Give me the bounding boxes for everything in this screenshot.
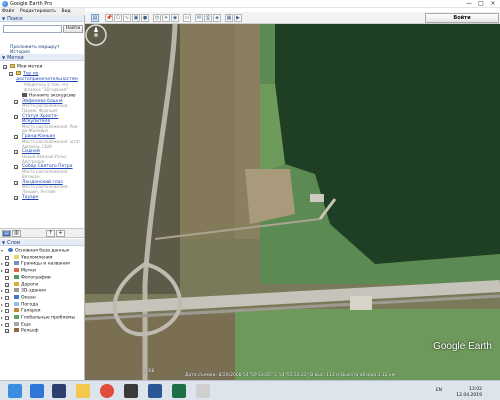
layer-item[interactable]: ✓ Рельеф: [0, 328, 84, 335]
place-item[interactable]: ✓ Собор Святого Петра Место расположения: …: [0, 164, 84, 179]
explorer-icon[interactable]: [76, 384, 90, 398]
layer-item[interactable]: ▸ ✓ Границы и названия: [0, 261, 84, 268]
planets-icon[interactable]: ◉: [171, 14, 179, 22]
layer-icon: [14, 268, 19, 273]
polygon-icon[interactable]: ⬠: [114, 14, 122, 22]
windows-taskbar: EN 13:02 12.04.2019: [0, 380, 500, 400]
place-item[interactable]: ✓ Тауэрн: [0, 195, 84, 200]
system-clock[interactable]: 13:02 12.04.2019: [456, 387, 482, 398]
menu-file[interactable]: Файл: [0, 8, 16, 15]
excel-icon[interactable]: [172, 384, 186, 398]
historical-imagery-icon[interactable]: ◷: [153, 14, 161, 22]
places-section-header[interactable]: ▼ Метки: [0, 54, 84, 61]
layer-icon: [14, 274, 19, 279]
compass-navigation-icon[interactable]: [85, 24, 107, 46]
google-earth-app-icon: [2, 1, 8, 7]
map-status-bar: Дата съемки: 8/20/2008 54°59'33.65" С 54…: [185, 373, 396, 378]
window-title: Google Earth Pro: [10, 1, 53, 7]
layer-item[interactable]: ▸ 3D-здания: [0, 288, 84, 295]
sign-in-button[interactable]: Войти: [425, 13, 499, 23]
layer-item[interactable]: ▸ ✓ Метки: [0, 268, 84, 275]
add-icon[interactable]: +: [56, 230, 65, 237]
layer-icon: [14, 288, 19, 293]
sun-icon[interactable]: ☀: [162, 14, 170, 22]
menu-bar: Файл Редактировать Вид Инструменты Добав…: [0, 8, 85, 28]
folder-icon: [10, 64, 15, 68]
layer-icon: [14, 308, 19, 313]
ie-icon[interactable]: [30, 384, 44, 398]
image-overlay-icon[interactable]: ▣: [132, 14, 140, 22]
satellite-imagery: [85, 24, 500, 380]
layer-item[interactable]: ✓ Дороги: [0, 281, 84, 289]
move-up-icon[interactable]: ↑: [46, 230, 55, 237]
maximize-button[interactable]: □: [475, 0, 487, 8]
print-icon[interactable]: ⎙: [204, 14, 212, 22]
tour-icon: [22, 92, 27, 97]
layer-item[interactable]: ▸ Погода: [0, 301, 84, 309]
search-section-header[interactable]: ▼ Поиск: [0, 15, 84, 22]
layer-icon: [14, 315, 19, 320]
email-icon[interactable]: ✉: [195, 14, 203, 22]
menu-edit[interactable]: Редактировать: [18, 8, 58, 15]
map-view[interactable]: Google Earth 2008 Дата съемки: 8/20/2008…: [85, 24, 500, 380]
left-panel: ▼ Поиск Найти Проложить маршрут История ▼…: [0, 15, 85, 380]
menu-view[interactable]: Вид: [60, 8, 73, 15]
save-image-icon[interactable]: ▦: [225, 14, 233, 22]
places-tree: ✓ Мои метки ✓ Тур по достопримечательностя…: [0, 64, 84, 228]
close-button[interactable]: ×: [487, 0, 499, 8]
app-icon[interactable]: [124, 384, 138, 398]
minimize-button[interactable]: —: [463, 0, 475, 8]
primary-database-item[interactable]: ▾ Основная база данных: [0, 248, 84, 255]
layer-icon: [14, 328, 19, 333]
photoshop-icon[interactable]: [148, 384, 162, 398]
folder-icon: [16, 70, 21, 75]
start-button-icon[interactable]: [8, 384, 22, 398]
layer-item[interactable]: ▸ Глобальные проблемы: [0, 315, 84, 322]
layers-tree: ▾ Основная база данных Увеломления ▸ ✓ Гран…: [0, 248, 84, 335]
place-item[interactable]: ✓ Эйфелева башня Место расположения: Париж…: [0, 99, 84, 114]
layer-icon: [14, 321, 19, 326]
record-tour-icon[interactable]: ●: [141, 14, 149, 22]
layer-item[interactable]: ▸ Океан: [0, 294, 84, 302]
layer-icon: [14, 261, 19, 266]
movie-maker-icon[interactable]: ▶: [234, 14, 242, 22]
search-input[interactable]: [3, 25, 62, 33]
language-indicator[interactable]: EN: [436, 388, 442, 393]
layer-icon: [14, 301, 19, 306]
layer-item[interactable]: Фотографии: [0, 274, 84, 282]
ruler-icon[interactable]: ▭: [183, 14, 191, 22]
place-item[interactable]: ✓ Сидней Новый Южный Уэльс, Австралия: [0, 149, 84, 164]
map-toolbar: ▤ 📌 ⬠ ∿ ▣ ● ◷ ☀ ◉ ▭ ✉ ⎙ ◈ ▦ ▶ Войти: [85, 12, 500, 24]
layer-item[interactable]: Увеломления: [0, 254, 84, 262]
place-item[interactable]: ✓ Гранд-Каньон Место расположения: штат Ар…: [0, 134, 84, 149]
layer-item[interactable]: ▸ Еще: [0, 321, 84, 329]
layers-view-icon[interactable]: ▥: [12, 230, 21, 237]
google-earth-logo: Google Earth: [433, 341, 492, 352]
imagery-year: 2008: [143, 369, 155, 374]
search-button[interactable]: Найти: [63, 25, 83, 33]
sidebar-toggle-icon[interactable]: ▤: [91, 14, 99, 22]
tour-folder-description: Убедитесь в том, что флажок "3D-здания": [24, 82, 69, 92]
google-maps-icon[interactable]: ◈: [213, 14, 221, 22]
places-view-icon[interactable]: ▤: [2, 230, 11, 237]
google-earth-taskbar-icon[interactable]: [196, 384, 210, 398]
place-item[interactable]: ✓ Статуя Христа-Искупителя Место расположе…: [0, 114, 84, 135]
layer-icon: [14, 281, 19, 286]
place-item[interactable]: ✓ Лондонский глаз Место расположения: Лонд…: [0, 180, 84, 195]
layers-section-header[interactable]: ▼ Слои: [0, 239, 84, 246]
layer-icon: [14, 294, 19, 299]
layer-item[interactable]: ▸ Галерея: [0, 308, 84, 315]
globe-icon: [8, 248, 13, 252]
title-bar: Google Earth Pro — □ ×: [0, 0, 500, 8]
placemark-icon[interactable]: 📌: [105, 14, 113, 22]
media-player-icon[interactable]: [52, 384, 66, 398]
path-icon[interactable]: ∿: [123, 14, 131, 22]
layer-icon: [14, 254, 19, 259]
places-button-bar: ▤ ▥ ↑ +: [0, 228, 84, 238]
opera-icon[interactable]: [100, 384, 114, 398]
